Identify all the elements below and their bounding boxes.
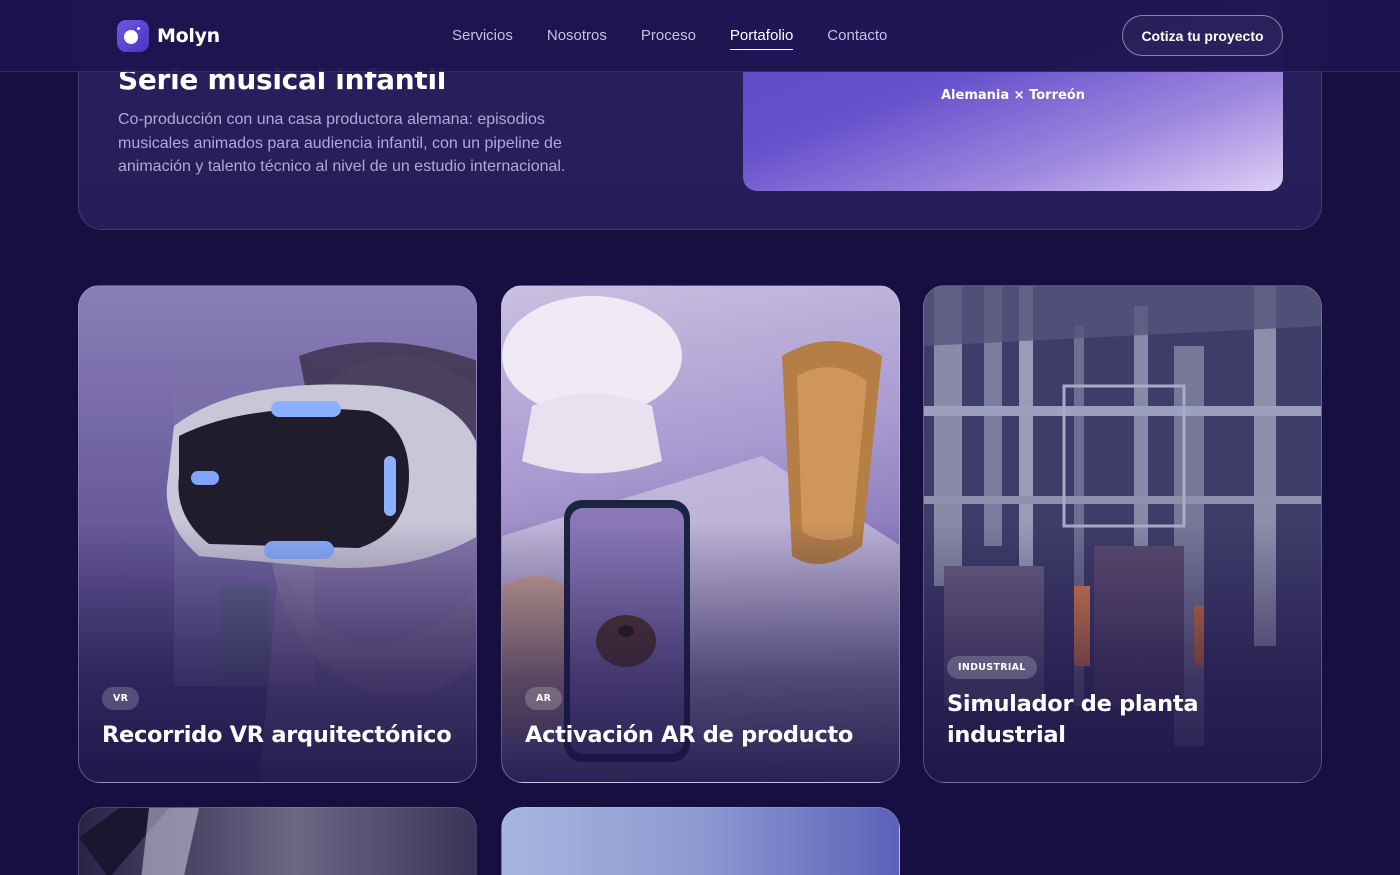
quote-button[interactable]: Cotiza tu proyecto	[1122, 15, 1283, 56]
next-project-image-1	[79, 808, 199, 875]
nav-item-nosotros[interactable]: Nosotros	[547, 27, 607, 50]
project-title-vr: Recorrido VR arquitectónico	[102, 722, 452, 748]
logo-icon	[117, 20, 149, 52]
nav-item-portafolio[interactable]: Portafolio	[729, 27, 794, 50]
project-card-next-2[interactable]	[501, 807, 900, 875]
tag-badge-ar: AR	[525, 687, 563, 710]
nav-item-contacto[interactable]: Contacto	[827, 27, 887, 50]
featured-caption: Alemania × Torreón	[941, 88, 1085, 103]
project-card-next-1[interactable]	[78, 807, 477, 875]
nav-item-servicios[interactable]: Servicios	[452, 27, 513, 50]
main-nav: Servicios Nosotros Proceso Portafolio Co…	[452, 27, 921, 50]
featured-description: Co-producción con una casa productora al…	[118, 111, 566, 175]
project-title-industrial: Simulador de planta industrial	[947, 691, 1199, 748]
nav-item-proceso[interactable]: Proceso	[641, 27, 696, 50]
project-title-ar: Activación AR de producto	[525, 722, 854, 748]
tag-badge-vr: VR	[102, 687, 140, 710]
project-card-industrial[interactable]: INDUSTRIAL Simulador de planta industria…	[923, 285, 1322, 783]
project-card-vr[interactable]: VR Recorrido VR arquitectónico	[78, 285, 477, 783]
brand-logo[interactable]: Molyn	[117, 20, 220, 52]
tag-badge-industrial: INDUSTRIAL	[947, 656, 1037, 679]
project-card-ar[interactable]: AR Activación AR de producto	[501, 285, 900, 783]
brand-name: Molyn	[157, 25, 220, 47]
site-header: Molyn Servicios Nosotros Proceso Portafo…	[0, 0, 1400, 72]
